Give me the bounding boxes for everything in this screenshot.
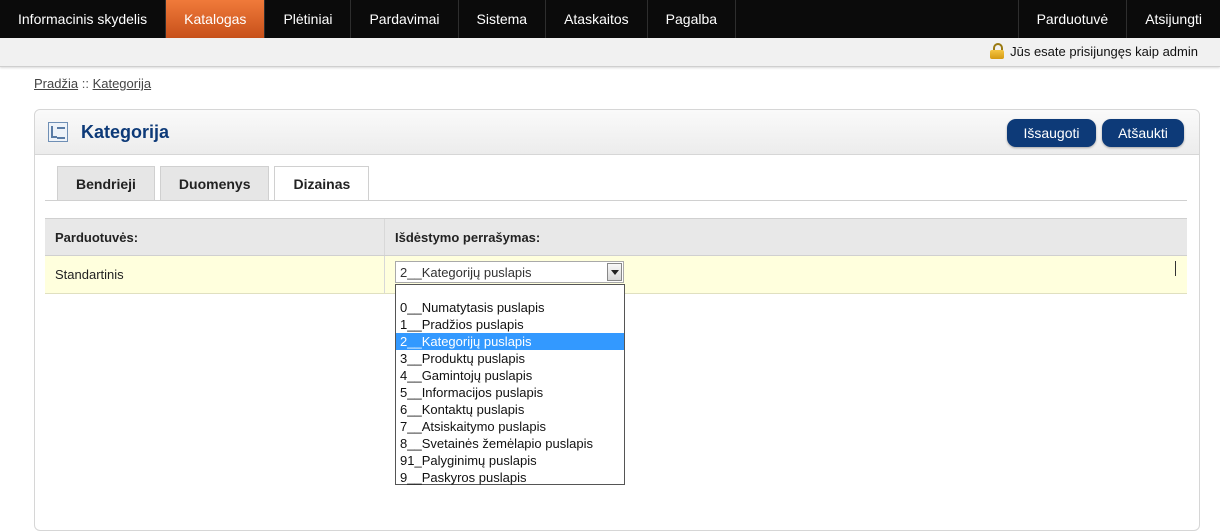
nav-sales[interactable]: Pardavimai [351,0,459,38]
dropdown-option[interactable]: 4__Gamintojų puslapis [396,367,624,384]
store-name: Standartinis [45,256,385,293]
dropdown-option[interactable]: 9__Paskyros puslapis [396,469,624,486]
table-header: Parduotuvės: Išdėstymo perrašymas: [45,218,1187,256]
text-cursor [1175,261,1176,276]
chevron-down-icon[interactable] [607,263,622,281]
nav-catalog[interactable]: Katalogas [166,0,266,38]
nav-dashboard[interactable]: Informacinis skydelis [0,0,167,38]
dropdown-option[interactable]: 5__Informacijos puslapis [396,384,624,401]
header-stores: Parduotuvės: [45,219,385,255]
dropdown-option[interactable]: 6__Kontaktų puslapis [396,401,624,418]
user-bar: Jūs esate prisijungęs kaip admin [0,38,1220,67]
layout-select[interactable]: 2__Kategorijų puslapis [395,261,624,283]
page-title: Kategorija [81,122,170,142]
nav-logout[interactable]: Atsijungti [1126,0,1220,38]
nav-store-link[interactable]: Parduotuvė [1017,0,1127,38]
dropdown-option[interactable]: 8__Svetainės žemėlapio puslapis [396,435,624,452]
tab-design[interactable]: Dizainas [274,166,370,201]
header-layout-override: Išdėstymo perrašymas: [395,229,541,245]
login-status: Jūs esate prisijungęs kaip admin [990,43,1198,59]
layout-select-value: 2__Kategorijų puslapis [400,264,532,280]
panel-header: Kategorija Išsaugoti Atšaukti [35,110,1199,155]
dropdown-option[interactable]: 0__Numatytasis puslapis [396,299,624,316]
dropdown-option[interactable]: 3__Produktų puslapis [396,350,624,367]
nav-help[interactable]: Pagalba [648,0,737,38]
tab-divider [45,200,1187,201]
breadcrumb: Pradžia :: Kategorija [34,76,151,91]
layout-dropdown-list[interactable]: 0__Numatytasis puslapis 1__Pradžios pusl… [395,284,625,485]
tab-bar: Bendrieji Duomenys Dizainas [57,166,374,201]
cancel-button[interactable]: Atšaukti [1102,119,1184,147]
tab-data[interactable]: Duomenys [159,166,270,200]
lock-icon [990,43,1005,59]
dropdown-option[interactable]: 1__Pradžios puslapis [396,316,624,333]
top-navigation: Informacinis skydelis Katalogas Plėtinia… [0,0,1220,38]
nav-system[interactable]: Sistema [459,0,547,38]
breadcrumb-separator: :: [81,76,89,91]
login-status-text: Jūs esate prisijungęs kaip admin [1010,43,1198,59]
dropdown-option[interactable]: 91_Palyginimų puslapis [396,452,624,469]
nav-reports[interactable]: Ataskaitos [546,0,648,38]
dropdown-option[interactable]: 7__Atsiskaitymo puslapis [396,418,624,435]
save-button[interactable]: Išsaugoti [1007,119,1096,147]
category-icon [48,122,68,142]
nav-extensions[interactable]: Plėtiniai [265,0,352,38]
tab-general[interactable]: Bendrieji [57,166,155,200]
dropdown-option-selected[interactable]: 2__Kategorijų puslapis [396,333,624,350]
breadcrumb-home[interactable]: Pradžia [34,76,78,91]
breadcrumb-current[interactable]: Kategorija [93,76,152,91]
